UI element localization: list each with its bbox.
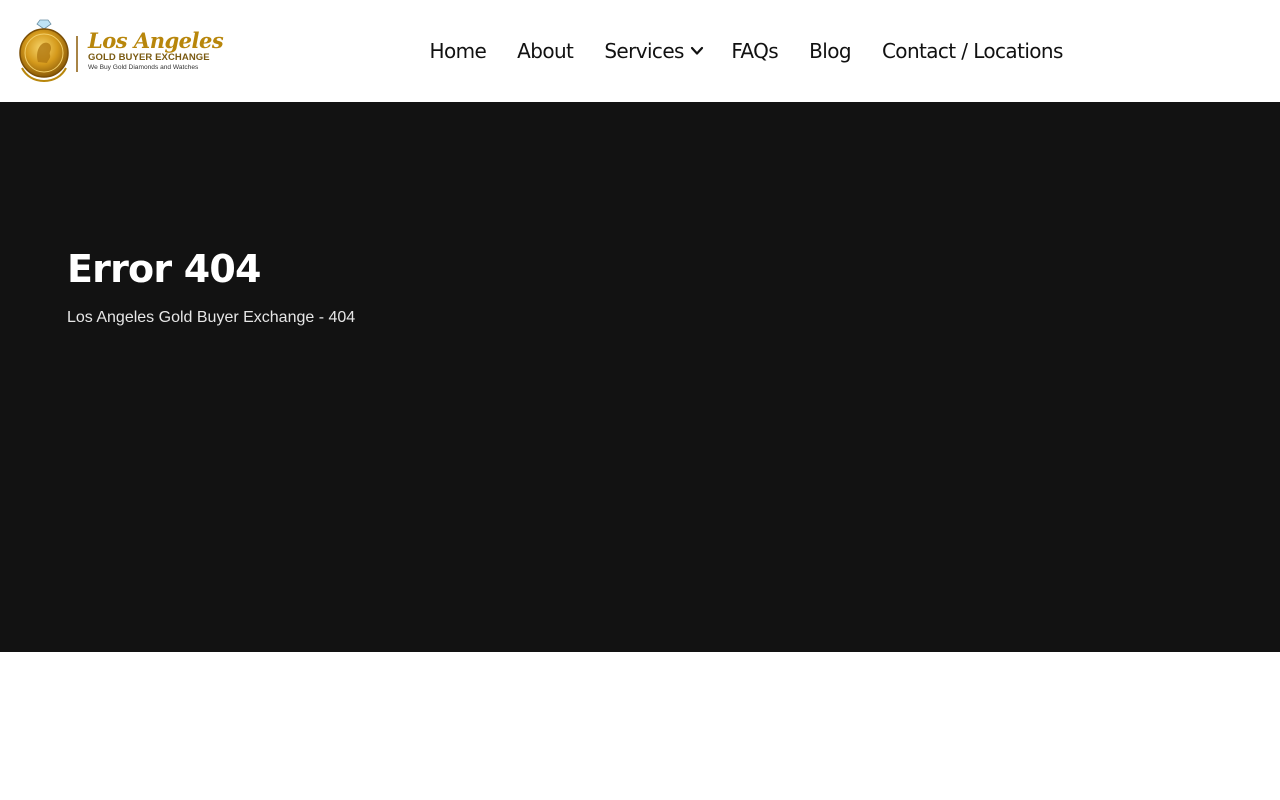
nav-item-about[interactable]: About — [502, 31, 589, 71]
logo-tagline: We Buy Gold Diamonds and Watches — [88, 64, 199, 71]
nav-item-label: Home — [429, 39, 487, 63]
main-nav: Home About Services FAQs Blog Contact / … — [414, 0, 1078, 102]
nav-item-faqs[interactable]: FAQs — [716, 31, 794, 71]
site-logo[interactable]: Los Angeles GOLD BUYER EXCHANGE We Buy G… — [16, 18, 224, 84]
nav-item-label: Services — [604, 39, 684, 63]
gold-coin-icon — [19, 19, 78, 83]
page-body — [0, 652, 1280, 800]
nav-item-label: Blog — [809, 39, 851, 63]
nav-item-services[interactable]: Services — [589, 31, 716, 71]
error-hero: Error 404 Los Angeles Gold Buyer Exchang… — [0, 102, 1280, 652]
nav-item-blog[interactable]: Blog — [794, 31, 867, 71]
nav-item-label: FAQs — [731, 39, 779, 63]
site-header: Los Angeles GOLD BUYER EXCHANGE We Buy G… — [0, 0, 1280, 102]
nav-item-contact-locations[interactable]: Contact / Locations — [866, 31, 1078, 71]
logo-subtitle: GOLD BUYER EXCHANGE — [88, 52, 210, 63]
nav-item-label: Contact / Locations — [881, 39, 1063, 63]
nav-item-label: About — [517, 39, 574, 63]
nav-item-home[interactable]: Home — [414, 31, 502, 71]
breadcrumb: Los Angeles Gold Buyer Exchange - 404 — [67, 309, 356, 326]
chevron-down-icon[interactable] — [690, 46, 704, 56]
page-title: Error 404 — [67, 247, 261, 291]
logo-script-text: Los Angeles — [88, 28, 224, 53]
